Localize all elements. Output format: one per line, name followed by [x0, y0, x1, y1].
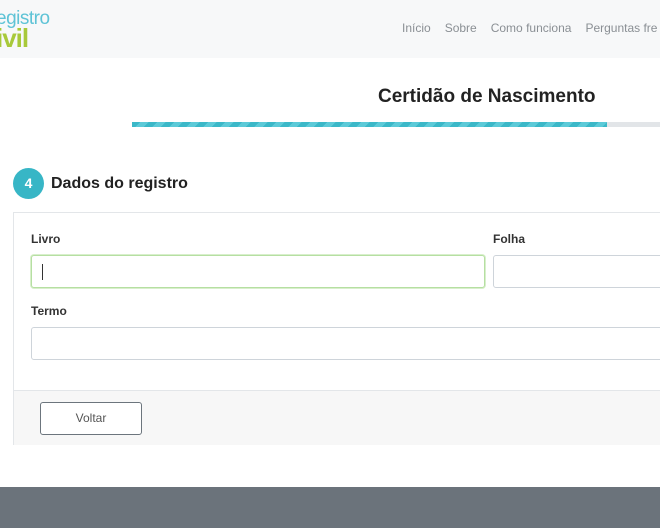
registro-civil-logo[interactable]: egistro ivil — [0, 8, 56, 53]
progress-bar — [132, 122, 660, 127]
main-nav: Início Sobre Como funciona Perguntas fre — [402, 21, 657, 35]
nav-link-inicio[interactable]: Início — [402, 21, 431, 35]
nav-link-sobre[interactable]: Sobre — [445, 21, 477, 35]
form-card: Livro Folha Termo Voltar — [13, 212, 660, 445]
livro-input[interactable] — [31, 255, 485, 288]
livro-label: Livro — [31, 232, 61, 246]
back-button[interactable]: Voltar — [40, 402, 142, 435]
card-footer: Voltar — [14, 390, 660, 445]
text-caret — [42, 264, 43, 280]
nav-link-como-funciona[interactable]: Como funciona — [491, 21, 572, 35]
termo-input[interactable] — [31, 327, 660, 360]
nav-link-perguntas[interactable]: Perguntas fre — [585, 21, 657, 35]
folha-input[interactable] — [493, 255, 660, 288]
step-title: Dados do registro — [51, 175, 188, 192]
folha-label: Folha — [493, 232, 525, 246]
logo-text-bottom: ivil — [0, 23, 29, 53]
step-number-badge: 4 — [13, 168, 44, 199]
page-title: Certidão de Nascimento — [378, 86, 596, 107]
progress-fill — [132, 122, 608, 127]
termo-label: Termo — [31, 304, 67, 318]
site-footer — [0, 487, 660, 528]
site-header: egistro ivil Início Sobre Como funciona … — [0, 0, 660, 58]
